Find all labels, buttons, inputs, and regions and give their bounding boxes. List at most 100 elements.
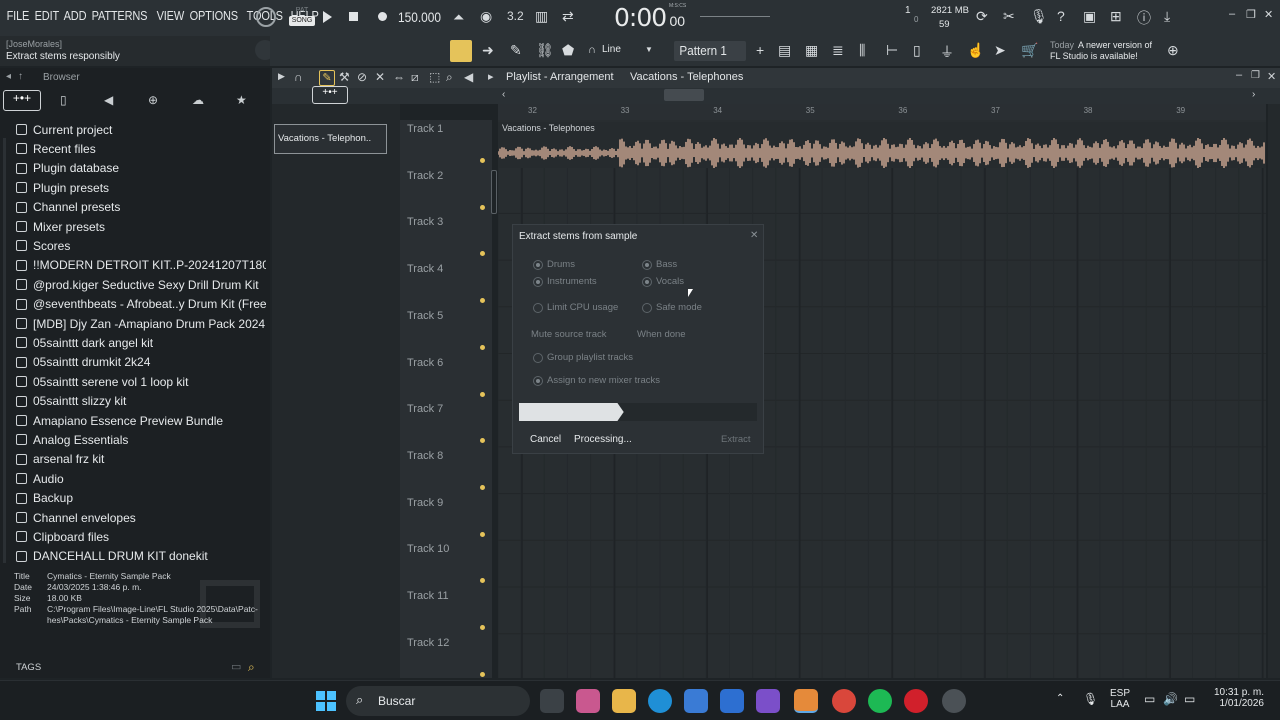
browser-item[interactable]: 05sainttt serene vol 1 loop kit	[16, 372, 266, 391]
track-name[interactable]: Track 6	[407, 357, 443, 369]
language-indicator[interactable]: ESP LAA	[1110, 688, 1130, 710]
file-explorer-icon[interactable]	[612, 689, 636, 713]
browser-item[interactable]: 05sainttt dark angel kit	[16, 333, 266, 352]
tray-mic-icon[interactable]: 🎙	[1083, 692, 1098, 706]
tray-chevron-icon[interactable]: ⌃	[1056, 693, 1064, 704]
track-led-icon[interactable]	[480, 438, 485, 444]
playlist-arrow-icon[interactable]: ▸	[488, 70, 494, 83]
help-icon[interactable]: ?	[1057, 8, 1065, 24]
touch-icon[interactable]: ☝	[967, 42, 984, 59]
microphone-icon[interactable]: 🎙	[1030, 8, 1048, 25]
download-icon[interactable]: ⤓	[1164, 8, 1170, 25]
vertical-scrollbar[interactable]	[491, 170, 497, 214]
right-scrollbar[interactable]	[1268, 104, 1280, 678]
browser-tab-all[interactable]: +•+	[3, 90, 41, 111]
typing-keyboard-icon[interactable]	[450, 40, 472, 62]
browser-up-icon[interactable]: ↑	[18, 71, 23, 82]
browser-item[interactable]: Mixer presets	[16, 217, 266, 236]
menu-add[interactable]: ADD	[61, 9, 89, 23]
news-line2[interactable]: FL Studio is available!	[1050, 51, 1138, 61]
magnet-tool-icon[interactable]: ∩	[294, 70, 303, 84]
close-window-icon[interactable]: ✕	[1264, 8, 1273, 21]
snap-chevron-icon[interactable]: ▼	[645, 45, 653, 54]
safe-mode-option[interactable]: Safe mode	[642, 302, 702, 313]
link-icon[interactable]: ⛓	[536, 42, 554, 59]
store-icon[interactable]	[684, 689, 708, 713]
limit-cpu-option[interactable]: Limit CPU usage	[533, 302, 618, 313]
reset-icon[interactable]: ⟳	[976, 8, 988, 25]
instruments-option[interactable]: Instruments	[533, 276, 597, 287]
panel-close-icon[interactable]: ✕	[1267, 70, 1276, 83]
browser-item[interactable]: Backup	[16, 489, 266, 508]
app-purple-icon[interactable]	[756, 689, 780, 713]
browser-back-icon[interactable]: ◂	[6, 71, 11, 82]
network-icon[interactable]: ▭	[1144, 692, 1155, 706]
master-volume-knob[interactable]	[256, 7, 276, 27]
mute-source-option[interactable]: Mute source track	[531, 329, 607, 340]
browser-tab-favorites-icon[interactable]: ★	[236, 93, 247, 107]
track-name[interactable]: Track 12	[407, 637, 449, 649]
playlist-menu-icon[interactable]: ▶	[278, 71, 285, 82]
group-tracks-option[interactable]: Group playlist tracks	[533, 352, 633, 363]
extract-button[interactable]: Extract	[721, 434, 751, 445]
globe-icon[interactable]: ⊕	[1167, 42, 1179, 59]
timeline-ruler[interactable]: 32 33 34 35 36 37 38 39	[498, 104, 1266, 120]
assign-mixer-option[interactable]: Assign to new mixer tracks	[533, 375, 660, 386]
news-line1[interactable]: A newer version of	[1078, 40, 1152, 50]
playlist-icon[interactable]: ▤	[778, 42, 791, 59]
track-led-icon[interactable]	[480, 671, 485, 677]
browser-tab-files-icon[interactable]: ▯	[60, 93, 67, 107]
horizontal-scrollbar[interactable]	[664, 89, 704, 101]
browser-item[interactable]: [MDB] Djy Zan -Amapiano Drum Pack 2024 c…	[16, 314, 266, 333]
menu-patterns[interactable]: PATTERNS	[89, 9, 150, 23]
track-name[interactable]: Track 5	[407, 310, 443, 322]
mute-tool-icon[interactable]: ✕	[375, 70, 385, 84]
track-name[interactable]: Track 10	[407, 543, 449, 555]
browser-item[interactable]: Scores	[16, 236, 266, 255]
tempo-display[interactable]: 150.000	[398, 9, 441, 27]
volume-icon[interactable]: 🔊	[1163, 692, 1178, 706]
track-name[interactable]: Track 3	[407, 216, 443, 228]
track-led-icon[interactable]	[480, 484, 485, 490]
stop-button[interactable]	[349, 12, 358, 21]
add-pattern-icon[interactable]: +	[756, 42, 764, 58]
clock[interactable]: 10:31 p. m. 1/01/2026	[1210, 687, 1264, 709]
delete-tool-icon[interactable]: ⊘	[357, 70, 367, 84]
browser-item[interactable]: Plugin presets	[16, 178, 266, 197]
magnet-icon[interactable]: ∩	[588, 44, 596, 56]
minimize-icon[interactable]: –	[1229, 8, 1235, 20]
piano-roll-icon[interactable]: ≣	[832, 42, 844, 59]
pattern-selector[interactable]: Pattern 1	[674, 41, 746, 61]
play-button[interactable]	[323, 11, 332, 23]
spotify-icon[interactable]	[868, 689, 892, 713]
track-led-icon[interactable]	[480, 344, 485, 350]
step-edit-icon[interactable]: ▥	[535, 8, 548, 25]
track-led-icon[interactable]	[480, 158, 485, 163]
bass-option[interactable]: Bass	[642, 259, 677, 270]
browser-item[interactable]: @seventhbeats - Afrobeat..y Drum Kit (Fr…	[16, 295, 266, 314]
restore-icon[interactable]: ❐	[1246, 8, 1256, 21]
track-led-icon[interactable]	[480, 531, 485, 537]
track-name[interactable]: Track 1	[407, 123, 443, 135]
pencil-icon[interactable]: ✎	[510, 42, 522, 59]
playback-tool-icon[interactable]: ◀	[464, 70, 473, 84]
time-display[interactable]: 0:00 00 M:S:CS	[614, 3, 694, 33]
track-led-icon[interactable]	[480, 251, 485, 257]
browser-item[interactable]: 05sainttt drumkit 2k24	[16, 353, 266, 372]
edge-icon[interactable]	[648, 689, 672, 713]
mixer-icon[interactable]: ⫼	[859, 42, 865, 59]
dialog-close-icon[interactable]: ✕	[750, 230, 758, 241]
song-name[interactable]: Vacations - Telephones	[630, 71, 743, 83]
browser-item[interactable]: Current project	[16, 120, 266, 139]
send-icon[interactable]: ➤	[994, 42, 1006, 59]
paint-tool-icon[interactable]: ⚒	[339, 70, 350, 84]
settings-icon[interactable]	[942, 689, 966, 713]
browser-scrollbar[interactable]	[3, 138, 6, 563]
when-done-select[interactable]: When done	[637, 329, 686, 340]
battery-icon[interactable]: ▭	[1184, 692, 1195, 706]
horizontal-scroll-right-icon[interactable]: ›	[1252, 89, 1255, 100]
browser-item[interactable]: Plugin database	[16, 159, 266, 178]
track-name[interactable]: Track 4	[407, 263, 443, 275]
pattern-clip-item[interactable]: Vacations - Telephon..	[274, 124, 387, 154]
browser-item[interactable]: Amapiano Essence Preview Bundle	[16, 411, 266, 430]
